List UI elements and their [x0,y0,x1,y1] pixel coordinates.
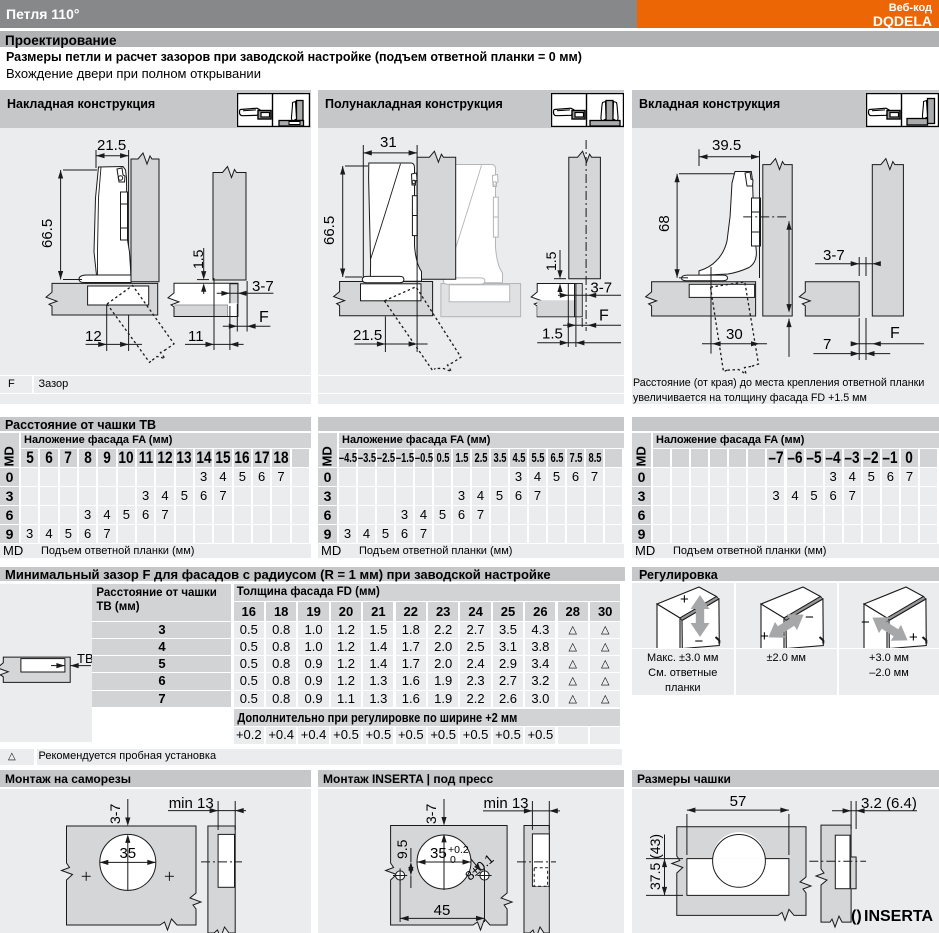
svg-text:3-7: 3-7 [590,280,612,297]
svg-text:68: 68 [656,215,673,232]
svg-text:39.5: 39.5 [712,137,741,154]
svg-text:−: − [695,633,704,648]
svg-text:min 13: min 13 [484,795,529,812]
svg-text:45: 45 [434,902,451,919]
svg-text:F: F [890,325,900,342]
svg-text:(): () [851,908,862,925]
svg-text:INSERTA: INSERTA [864,908,933,925]
svg-text:3-7: 3-7 [823,247,845,264]
svg-text:3-7: 3-7 [423,804,439,824]
svg-text:7: 7 [823,336,831,353]
svg-text:12: 12 [85,328,102,345]
svg-text:−: − [805,609,814,626]
svg-text:9.5: 9.5 [394,839,410,859]
svg-text:21.5: 21.5 [353,327,382,344]
svg-text:3-7: 3-7 [252,278,274,295]
svg-text:30: 30 [726,326,743,343]
svg-text:1.5: 1.5 [542,326,563,343]
svg-text:F: F [259,309,269,326]
svg-text:35: 35 [119,845,136,862]
svg-text:+: + [680,591,689,608]
svg-text:−: − [861,614,870,631]
svg-text:0: 0 [450,854,456,866]
svg-text:3.2 (6.4): 3.2 (6.4) [861,795,917,812]
svg-text:1.5: 1.5 [190,249,206,269]
svg-text:57: 57 [730,793,747,810]
svg-text:3-7: 3-7 [107,804,123,824]
svg-text:F: F [599,308,609,325]
svg-text:11: 11 [188,328,204,345]
svg-text:35: 35 [430,845,447,862]
svg-text:66.5: 66.5 [39,219,56,248]
svg-text:min 13: min 13 [169,795,214,812]
svg-text:TB: TB [77,651,92,666]
svg-text:21.5: 21.5 [97,137,126,154]
svg-text:1.5: 1.5 [543,251,559,271]
svg-text:66.5: 66.5 [321,216,338,245]
svg-text:37.5 (43): 37.5 (43) [647,834,663,890]
svg-text:+: + [760,628,769,645]
svg-text:31: 31 [380,134,397,151]
svg-text:+: + [909,629,918,646]
